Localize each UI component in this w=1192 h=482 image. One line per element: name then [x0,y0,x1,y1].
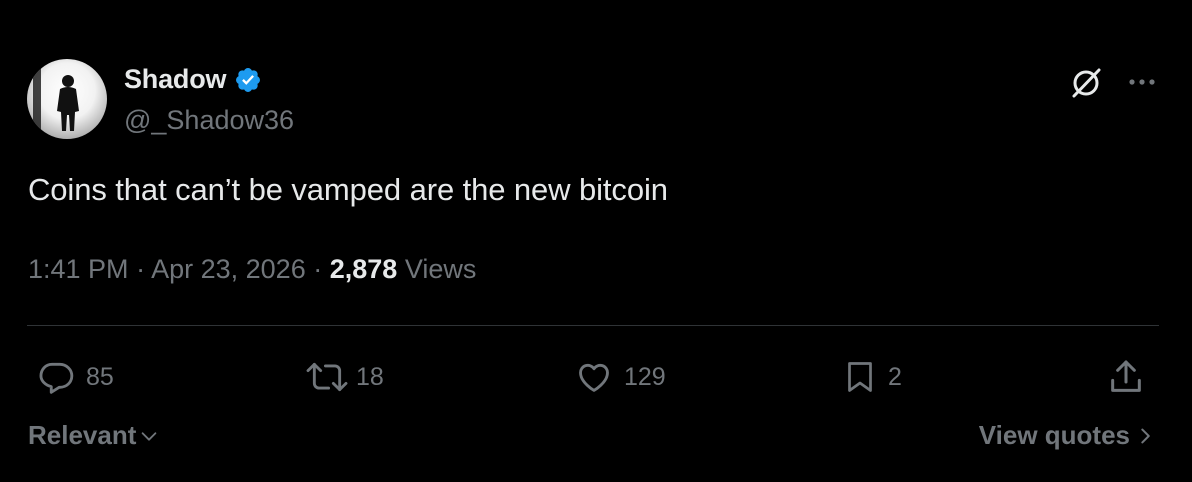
sort-label: Relevant [28,420,137,450]
meta-separator: · [313,254,323,284]
share-icon [1111,360,1141,392]
reply-sort-dropdown[interactable]: Relevant [28,420,160,451]
view-quotes-link[interactable]: View quotes [979,420,1154,451]
tweet-time[interactable]: 1:41 PM [28,254,129,284]
views-label: Views [404,254,477,284]
author-handle[interactable]: @_Shadow36 [124,105,294,136]
share-button[interactable] [1106,358,1146,396]
bookmark-count: 2 [888,362,902,391]
avatar[interactable] [27,59,107,139]
like-button[interactable]: 129 [574,358,666,396]
more-icon[interactable] [1122,62,1162,102]
repost-count: 18 [356,362,384,391]
view-quotes-label: View quotes [978,420,1130,450]
meta-separator: · [136,254,146,284]
chevron-right-icon [1141,428,1150,443]
views-count: 2,878 [329,254,398,284]
repost-icon [306,362,348,392]
like-count: 129 [624,362,666,391]
avatar-silhouette-icon [33,59,79,139]
reply-count: 85 [86,362,114,391]
repost-button[interactable]: 18 [302,358,384,396]
reply-icon [39,362,74,394]
author-name-row[interactable]: Shadow [124,64,262,95]
author-display-name[interactable]: Shadow [124,64,227,95]
tweet-text: Coins that can’t be vamped are the new b… [28,172,668,207]
tweet-date[interactable]: Apr 23, 2026 [151,254,306,284]
grok-icon[interactable] [1066,62,1106,102]
bookmark-button[interactable]: 2 [842,358,902,396]
reply-button[interactable]: 85 [36,358,114,396]
divider [27,325,1159,326]
tweet-meta: 1:41 PM · Apr 23, 2026 · 2,878 Views [28,254,476,285]
verified-badge-icon[interactable] [234,66,262,94]
bookmark-icon [848,362,872,392]
chevron-down-icon [142,431,157,441]
heart-icon [579,363,609,392]
